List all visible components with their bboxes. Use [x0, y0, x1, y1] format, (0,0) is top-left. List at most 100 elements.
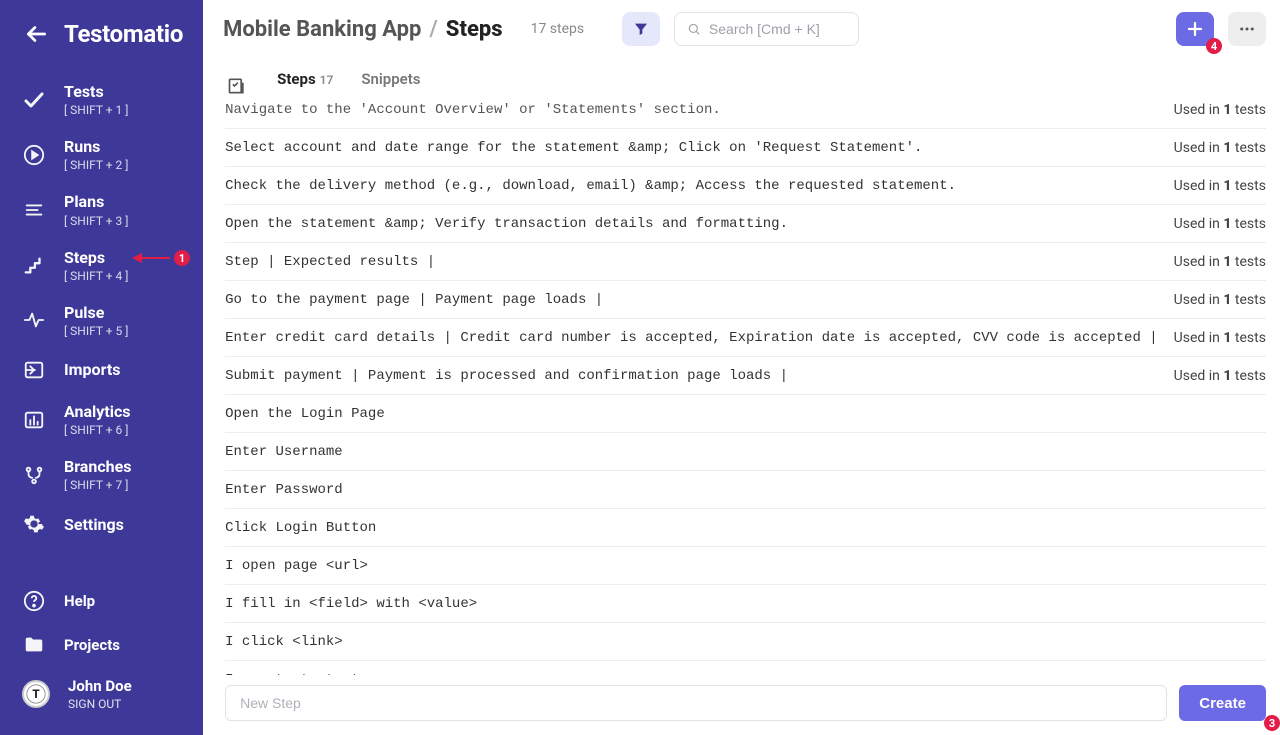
step-text: Open the Login Page — [225, 406, 385, 422]
user-name: John Doe — [68, 677, 132, 695]
step-text: Check the delivery method (e.g., downloa… — [225, 178, 956, 194]
sidebar-help[interactable]: Help — [0, 579, 203, 623]
play-icon — [22, 143, 46, 167]
step-used-count: Used in 1 tests — [1174, 330, 1266, 346]
help-icon — [22, 589, 46, 613]
sidebar-item-branches[interactable]: Branches [ SHIFT + 7 ] — [0, 447, 203, 502]
filter-button[interactable] — [622, 12, 660, 46]
more-icon — [1238, 20, 1256, 38]
step-text: Navigate to the 'Account Overview' or 'S… — [225, 103, 721, 118]
sidebar-item-shortcut: [ SHIFT + 3 ] — [64, 214, 128, 228]
topbar: Mobile Banking App / Steps 17 steps 4 — [203, 0, 1280, 46]
sidebar-item-shortcut: [ SHIFT + 7 ] — [64, 478, 132, 492]
step-text: Step | Expected results | — [225, 254, 435, 270]
step-row[interactable]: Select account and date range for the st… — [225, 129, 1266, 167]
svg-text:T: T — [32, 687, 40, 701]
breadcrumb-page: Steps — [446, 17, 503, 42]
step-used-count: Used in 1 tests — [1174, 292, 1266, 308]
step-text: Click Login Button — [225, 520, 376, 536]
sidebar-item-analytics[interactable]: Analytics[ SHIFT + 6 ] — [0, 392, 203, 447]
sidebar-item-imports[interactable]: Imports — [0, 348, 203, 392]
branch-icon — [22, 463, 46, 487]
step-row[interactable]: Open the statement &amp; Verify transact… — [225, 205, 1266, 243]
tab-steps[interactable]: Steps17 — [277, 70, 333, 102]
more-button[interactable] — [1228, 12, 1266, 46]
list-icon — [22, 198, 46, 222]
step-row[interactable]: I open page <url> — [225, 547, 1266, 585]
sidebar-item-shortcut: [ SHIFT + 6 ] — [64, 423, 131, 437]
sidebar-item-label: Runs — [64, 137, 128, 156]
pulse-icon — [22, 308, 46, 332]
checklist-icon[interactable] — [225, 74, 249, 98]
steps-count-pill: 17 steps — [531, 21, 585, 37]
step-used-count: Used in 1 tests — [1174, 103, 1266, 118]
step-text: Submit payment | Payment is processed an… — [225, 368, 788, 384]
step-row[interactable]: I fill in <field> with <value> — [225, 585, 1266, 623]
step-row[interactable]: Check the delivery method (e.g., downloa… — [225, 167, 1266, 205]
breadcrumb-project[interactable]: Mobile Banking App — [223, 17, 421, 42]
search-input-wrap[interactable] — [674, 12, 859, 46]
sidebar-item-label: Pulse — [64, 303, 128, 322]
sidebar-item-label: Branches — [64, 457, 132, 476]
step-text: Open the statement &amp; Verify transact… — [225, 216, 788, 232]
annotation-badge-1: 1 — [174, 250, 190, 266]
step-row[interactable]: Navigate to the 'Account Overview' or 'S… — [225, 103, 1266, 129]
annotation-badge-3: 3 — [1264, 715, 1280, 731]
sidebar-item-label: Tests — [64, 82, 128, 101]
sidebar-item-shortcut: [ SHIFT + 2 ] — [64, 158, 128, 172]
sidebar: Testomatio Tests [ SHIFT + 1 ] Runs [ SHIFT… — [0, 0, 203, 735]
back-icon[interactable] — [22, 20, 50, 48]
sidebar-item-settings[interactable]: Settings — [0, 502, 203, 546]
search-icon — [687, 21, 701, 37]
add-button[interactable]: 4 — [1176, 12, 1214, 46]
gear-icon — [22, 512, 46, 536]
step-text: I click <link> — [225, 634, 343, 650]
search-input[interactable] — [709, 21, 846, 37]
brand-title: Testomatio — [64, 20, 183, 48]
sidebar-item-label: Imports — [64, 360, 120, 379]
step-row[interactable]: I see text <text> — [225, 661, 1266, 675]
step-used-count: Used in 1 tests — [1174, 216, 1266, 232]
step-row[interactable]: Step | Expected results | Used in 1 tests — [225, 243, 1266, 281]
step-row[interactable]: Enter Username — [225, 433, 1266, 471]
step-used-count: Used in 1 tests — [1174, 178, 1266, 194]
step-row[interactable]: Click Login Button — [225, 509, 1266, 547]
sidebar-item-tests[interactable]: Tests [ SHIFT + 1 ] — [0, 72, 203, 127]
sidebar-item-label: Steps — [64, 248, 128, 267]
breadcrumb: Mobile Banking App / Steps — [223, 17, 502, 42]
sidebar-item-plans[interactable]: Plans [ SHIFT + 3 ] — [0, 182, 203, 237]
step-text: Go to the payment page | Payment page lo… — [225, 292, 603, 308]
annotation-badge-4: 4 — [1206, 38, 1222, 54]
new-step-input[interactable] — [225, 685, 1167, 721]
help-label: Help — [64, 592, 95, 610]
annotation-arrow-steps: 1 — [132, 250, 190, 266]
user-avatar-icon: T — [22, 680, 50, 708]
step-row[interactable]: Enter credit card details | Credit card … — [225, 319, 1266, 357]
step-row[interactable]: Enter Password — [225, 471, 1266, 509]
sidebar-item-shortcut: [ SHIFT + 4 ] — [64, 269, 128, 283]
sidebar-projects[interactable]: Projects — [0, 623, 203, 667]
sidebar-item-runs[interactable]: Runs [ SHIFT + 2 ] — [0, 127, 203, 182]
projects-icon — [22, 633, 46, 657]
sidebar-item-label: Plans — [64, 192, 128, 211]
step-used-count: Used in 1 tests — [1174, 140, 1266, 156]
create-button[interactable]: Create — [1179, 685, 1266, 721]
step-used-count: Used in 1 tests — [1174, 368, 1266, 384]
step-row[interactable]: Submit payment | Payment is processed an… — [225, 357, 1266, 395]
sidebar-item-pulse[interactable]: Pulse[ SHIFT + 5 ] — [0, 293, 203, 348]
sidebar-user[interactable]: T John Doe SIGN OUT — [0, 667, 203, 721]
step-row[interactable]: Go to the payment page | Payment page lo… — [225, 281, 1266, 319]
step-text: Enter credit card details | Credit card … — [225, 330, 1158, 346]
chart-icon — [22, 408, 46, 432]
step-row[interactable]: I click <link> — [225, 623, 1266, 661]
step-text: Enter Username — [225, 444, 343, 460]
sidebar-item-shortcut: [ SHIFT + 1 ] — [64, 103, 128, 117]
step-row[interactable]: Open the Login Page — [225, 395, 1266, 433]
step-text: Enter Password — [225, 482, 343, 498]
step-used-count: Used in 1 tests — [1174, 254, 1266, 270]
steps-list: Navigate to the 'Account Overview' or 'S… — [203, 103, 1280, 675]
step-text: Select account and date range for the st… — [225, 140, 922, 156]
import-icon — [22, 358, 46, 382]
signout-label[interactable]: SIGN OUT — [68, 697, 132, 711]
tab-snippets[interactable]: Snippets — [361, 70, 420, 102]
